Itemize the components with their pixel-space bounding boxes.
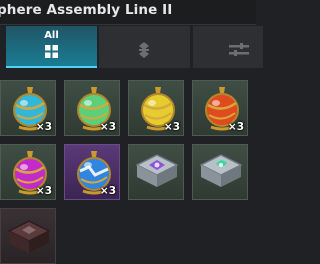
container-icon — [7, 220, 51, 253]
tab-all[interactable]: All — [6, 26, 97, 68]
category-tabs: All — [0, 26, 263, 68]
equalizer-icon — [229, 43, 249, 56]
grid-icon — [45, 45, 58, 58]
module-icon — [135, 154, 179, 187]
item-slot-green-sphere[interactable]: ×3 — [64, 80, 120, 136]
item-slot-planar-module-purple[interactable] — [128, 144, 184, 200]
window-title: phere Assembly Line II — [0, 2, 173, 18]
item-slot-yellow-sphere[interactable]: ×3 — [128, 80, 184, 136]
item-quantity: ×3 — [163, 121, 180, 133]
item-quantity: ×3 — [99, 185, 116, 197]
item-slot-shattered-blue-sphere[interactable]: ×3 — [64, 144, 120, 200]
item-quantity: ×3 — [35, 185, 52, 197]
item-slot-blue-sphere[interactable]: ×3 — [0, 80, 56, 136]
diamond-stack-icon — [139, 42, 149, 58]
item-slot-red-sphere[interactable]: ×3 — [192, 80, 248, 136]
item-grid: ×3 ×3 ×3 ×3 ×3 ×3 — [0, 74, 256, 264]
item-slot-magenta-sphere[interactable]: ×3 — [0, 144, 56, 200]
item-quantity: ×3 — [99, 121, 116, 133]
tab-all-label: All — [44, 30, 59, 41]
tab-equipment[interactable] — [193, 26, 263, 68]
item-quantity: ×3 — [35, 121, 52, 133]
item-quantity: ×3 — [227, 121, 244, 133]
module-icon — [199, 154, 243, 187]
item-slot-planar-module-green[interactable] — [192, 144, 248, 200]
title-bar: phere Assembly Line II — [0, 0, 256, 25]
tab-components[interactable] — [99, 26, 190, 68]
